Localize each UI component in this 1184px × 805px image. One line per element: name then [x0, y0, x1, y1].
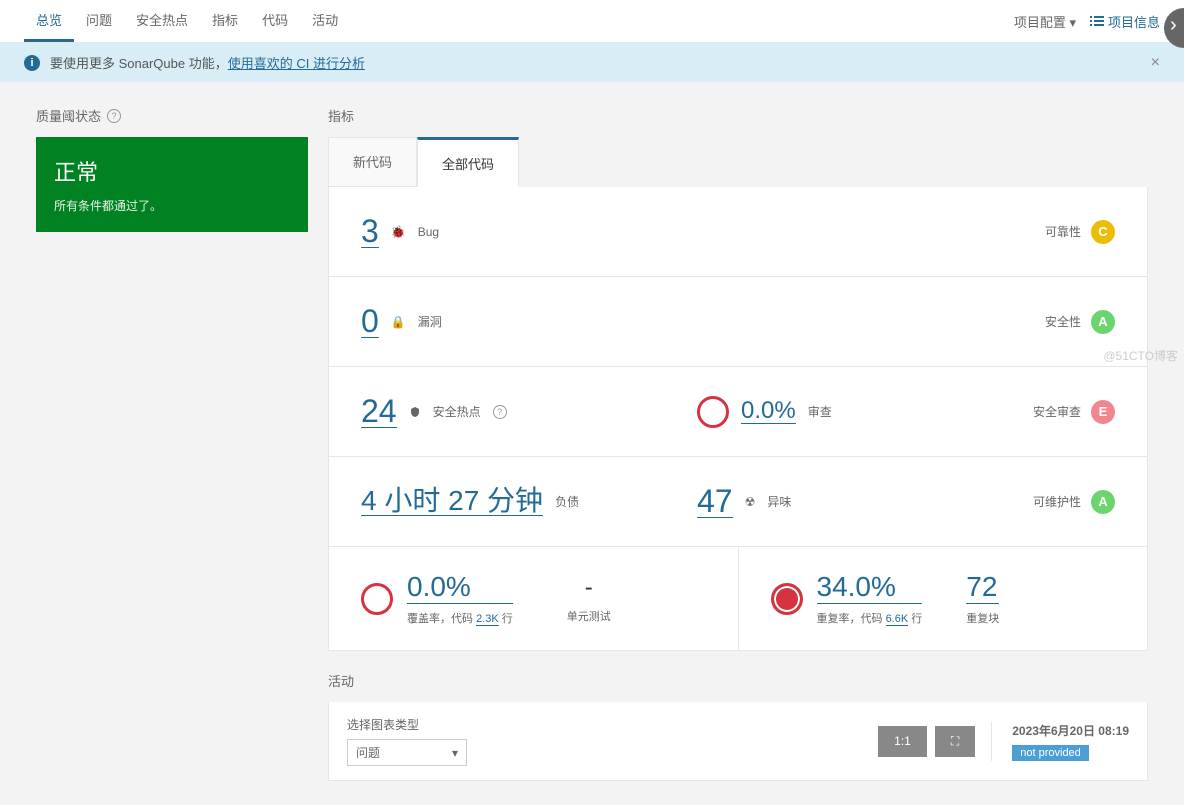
maintain-rating[interactable]: A — [1091, 490, 1115, 514]
unit-test-label: 单元测试 — [567, 608, 611, 624]
code-tabs: 新代码 全部代码 — [328, 137, 1148, 187]
metric-hotspot-row: 24 安全热点 ? 0.0% 审查 安全审查 E — [329, 367, 1147, 457]
debt-value[interactable]: 4 小时 27 分钟 — [361, 487, 543, 516]
nav-right: 项目配置 ▾ 项目信息 — [1014, 0, 1160, 42]
maintain-label: 可维护性 — [1033, 493, 1081, 510]
info-banner: i 要使用更多 SonarQube 功能， 使用喜欢的 CI 进行分析 × — [0, 43, 1184, 82]
metric-vuln-row: 0 🔒 漏洞 安全性 A — [329, 277, 1147, 367]
reliability-rating[interactable]: C — [1091, 220, 1115, 244]
debt-label: 负债 — [555, 493, 579, 510]
metric-bugs-row: 3 🐞 Bug 可靠性 C — [329, 187, 1147, 277]
nav-measures[interactable]: 指标 — [200, 0, 250, 42]
hotspot-value[interactable]: 24 — [361, 395, 397, 428]
metric-debt-row: 4 小时 27 分钟 负债 47 ☢ 异味 可维护性 A — [329, 457, 1147, 547]
content: 指标 新代码 全部代码 3 🐞 Bug 可靠性 C 0 🔒 — [328, 106, 1148, 781]
lock-icon: 🔒 — [391, 315, 406, 329]
activity-panel: 选择图表类型 问题▾ 1:1 ⛶ 2023年6月20日 08:19 not pr… — [328, 702, 1148, 781]
project-info-link[interactable]: 项目信息 — [1094, 12, 1160, 31]
bug-icon: 🐞 — [391, 225, 406, 239]
chart-type-label: 选择图表类型 — [347, 716, 862, 733]
chevron-down-icon: ▾ — [452, 746, 458, 760]
quality-gate-status: 正常 — [54, 155, 290, 187]
help-icon[interactable]: ? — [493, 405, 507, 419]
watermark: @51CTO博客 — [1103, 347, 1178, 364]
dup-lines[interactable]: 6.6K — [886, 613, 909, 626]
quality-gate-title: 质量阈状态 ? — [36, 106, 308, 125]
review-value[interactable]: 0.0% — [741, 399, 796, 424]
sec-review-rating[interactable]: E — [1091, 400, 1115, 424]
banner-link[interactable]: 使用喜欢的 CI 进行分析 — [228, 53, 365, 72]
reliability-label: 可靠性 — [1045, 223, 1081, 240]
tab-all-code[interactable]: 全部代码 — [417, 137, 519, 187]
close-icon[interactable]: × — [1151, 54, 1160, 72]
dup-blocks-label: 重复块 — [966, 610, 999, 626]
unit-test-value: - — [567, 574, 611, 602]
activity-date: 2023年6月20日 08:19 — [1012, 722, 1129, 739]
coverage-lines[interactable]: 2.3K — [476, 613, 499, 626]
smell-label: 异味 — [767, 493, 791, 510]
coverage-indicator — [361, 583, 393, 615]
smell-value[interactable]: 47 — [697, 485, 733, 518]
not-provided-badge: not provided — [1012, 745, 1089, 761]
activity-title: 活动 — [328, 671, 1148, 690]
nav-bar: 总览 问题 安全热点 指标 代码 活动 项目配置 ▾ 项目信息 — [0, 0, 1184, 43]
quality-gate-desc: 所有条件都通过了。 — [54, 197, 290, 214]
metric-coverage-row: 0.0% 覆盖率，代码 2.3K 行 - 单元测试 — [329, 547, 1147, 650]
list-icon — [1094, 16, 1104, 26]
vuln-label: 漏洞 — [418, 313, 442, 330]
nav-hotspots[interactable]: 安全热点 — [124, 0, 200, 42]
coverage-value[interactable]: 0.0% — [407, 571, 513, 604]
nav-overview[interactable]: 总览 — [24, 0, 74, 42]
scale-fit-button[interactable]: ⛶ — [935, 726, 975, 757]
chart-type-select[interactable]: 问题▾ — [347, 739, 467, 766]
coverage-desc: 覆盖率，代码 2.3K 行 — [407, 610, 513, 626]
review-label: 审查 — [808, 403, 832, 420]
help-icon[interactable]: ? — [107, 109, 121, 123]
scale-1to1-button[interactable]: 1:1 — [878, 726, 927, 757]
review-indicator — [697, 396, 729, 428]
info-icon: i — [24, 55, 40, 71]
security-label: 安全性 — [1045, 313, 1081, 330]
banner-text: 要使用更多 SonarQube 功能， — [50, 53, 228, 72]
metrics-panel: 3 🐞 Bug 可靠性 C 0 🔒 漏洞 安全性 A — [328, 187, 1148, 651]
nav-activity[interactable]: 活动 — [300, 0, 350, 42]
tab-new-code[interactable]: 新代码 — [328, 137, 417, 187]
dup-desc: 重复率，代码 6.6K 行 — [817, 610, 923, 626]
dup-value[interactable]: 34.0% — [817, 571, 923, 604]
nav-issues[interactable]: 问题 — [74, 0, 124, 42]
nav-code[interactable]: 代码 — [250, 0, 300, 42]
project-config-dropdown[interactable]: 项目配置 ▾ — [1014, 12, 1076, 31]
smell-icon: ☢ — [745, 495, 756, 509]
bugs-label: Bug — [418, 225, 439, 239]
bugs-value[interactable]: 3 — [361, 215, 379, 248]
quality-gate-card: 正常 所有条件都通过了。 — [36, 137, 308, 232]
nav-tabs: 总览 问题 安全热点 指标 代码 活动 — [24, 0, 350, 42]
dup-indicator — [771, 583, 803, 615]
vuln-value[interactable]: 0 — [361, 305, 379, 338]
sec-review-label: 安全审查 — [1033, 403, 1081, 420]
security-rating[interactable]: A — [1091, 310, 1115, 334]
metrics-title: 指标 — [328, 106, 1148, 125]
activity-section: 活动 选择图表类型 问题▾ 1:1 ⛶ 2023年6月20日 08:19 not… — [328, 671, 1148, 781]
dup-blocks-value[interactable]: 72 — [966, 571, 999, 604]
hotspot-label: 安全热点 — [433, 403, 481, 420]
shield-icon — [409, 406, 421, 418]
sidebar: 质量阈状态 ? 正常 所有条件都通过了。 — [36, 106, 308, 781]
